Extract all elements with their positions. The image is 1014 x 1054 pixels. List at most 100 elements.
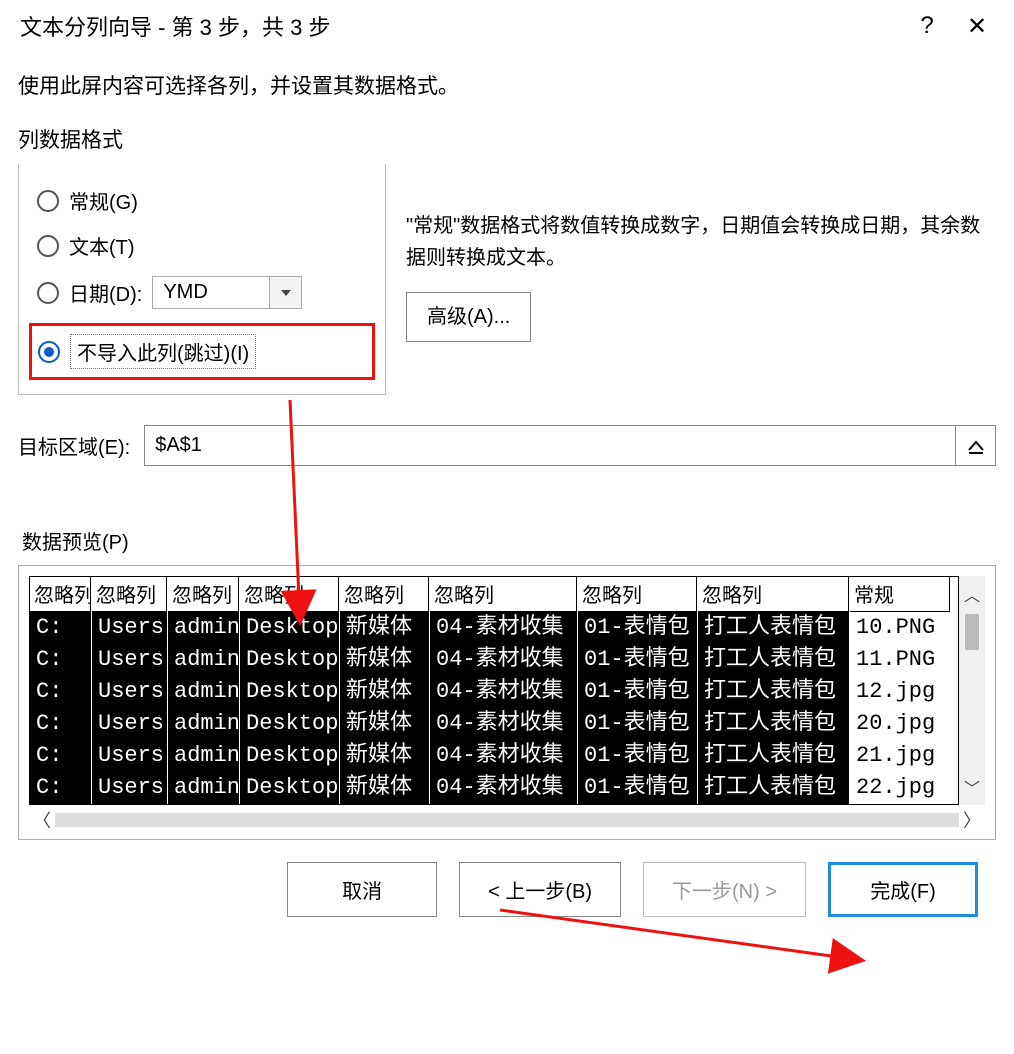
preview-cell: 打工人表情包: [698, 644, 849, 676]
preview-cell: 04-素材收集: [430, 612, 577, 644]
help-button[interactable]: ?: [902, 12, 952, 40]
preview-cell: 新媒体: [340, 612, 429, 644]
preview-cell: 新媒体: [340, 676, 429, 708]
close-button[interactable]: ✕: [952, 12, 1002, 41]
preview-cell: 04-素材收集: [430, 676, 577, 708]
preview-cell: C:: [30, 708, 91, 740]
preview-cell: Users: [92, 676, 167, 708]
radio-skip-label: 不导入此列(跳过)(I): [70, 334, 256, 369]
column-header: 忽略列: [340, 577, 429, 612]
preview-cell: 打工人表情包: [698, 612, 849, 644]
radio-general[interactable]: 常规(G): [33, 178, 371, 223]
radio-icon: [37, 190, 59, 212]
preview-cell: C:: [30, 644, 91, 676]
preview-cell: C:: [30, 612, 91, 644]
date-format-select[interactable]: YMD: [152, 276, 302, 309]
cancel-button[interactable]: 取消: [287, 862, 437, 917]
radio-icon: [37, 235, 59, 257]
preview-column[interactable]: 忽略列01-表情包01-表情包01-表情包01-表情包01-表情包01-表情包: [578, 577, 698, 804]
back-button[interactable]: < 上一步(B): [459, 862, 621, 917]
preview-cell: 01-表情包: [578, 676, 697, 708]
preview-column[interactable]: 忽略列DesktopDesktopDesktopDesktopDesktopDe…: [240, 577, 340, 804]
preview-frame: 忽略列C:C:C:C:C:C:忽略列UsersUsersUsersUsersUs…: [18, 565, 996, 840]
range-picker-icon[interactable]: [955, 426, 995, 465]
scroll-up-icon[interactable]: ︿: [964, 582, 980, 606]
column-header: 忽略列: [168, 577, 239, 612]
preview-cell: 21.jpg: [850, 740, 950, 772]
preview-column[interactable]: 忽略列C:C:C:C:C:C:: [30, 577, 92, 804]
scroll-left-icon[interactable]: 〈: [29, 807, 55, 833]
column-header: 忽略列: [430, 577, 577, 612]
titlebar: 文本分列向导 - 第 3 步，共 3 步 ? ✕: [0, 0, 1014, 52]
preview-cell: Desktop: [240, 676, 339, 708]
preview-cell: 01-表情包: [578, 644, 697, 676]
preview-cell: Users: [92, 708, 167, 740]
preview-vertical-scrollbar[interactable]: ︿ ﹀: [959, 576, 985, 805]
preview-column[interactable]: 忽略列04-素材收集04-素材收集04-素材收集04-素材收集04-素材收集04…: [430, 577, 578, 804]
preview-horizontal-scrollbar[interactable]: 〈 〉: [29, 807, 985, 833]
preview-column[interactable]: 常规10.PNG11.PNG12.jpg20.jpg21.jpg22.jpg: [850, 577, 950, 804]
preview-cell: 打工人表情包: [698, 740, 849, 772]
column-header: 常规: [850, 577, 950, 612]
preview-cell: C:: [30, 676, 91, 708]
date-format-value: YMD: [163, 281, 207, 304]
preview-cell: 打工人表情包: [698, 708, 849, 740]
preview-cell: Users: [92, 772, 167, 804]
destination-label: 目标区域(E):: [18, 431, 130, 460]
preview-cell: 10.PNG: [850, 612, 950, 644]
preview-cell: Users: [92, 644, 167, 676]
preview-cell: 22.jpg: [850, 772, 950, 804]
column-header: 忽略列: [578, 577, 697, 612]
preview-cell: admin: [168, 772, 239, 804]
preview-cell: admin: [168, 708, 239, 740]
preview-cell: 打工人表情包: [698, 772, 849, 804]
column-header: 忽略列: [698, 577, 849, 612]
preview-cell: admin: [168, 644, 239, 676]
format-description: "常规"数据格式将数值转换成数字，日期值会转换成日期，其余数据则转换成文本。: [406, 210, 996, 274]
preview-cell: Desktop: [240, 708, 339, 740]
scroll-thumb[interactable]: [965, 614, 979, 650]
radio-date[interactable]: 日期(D): YMD: [33, 268, 371, 317]
preview-cell: Desktop: [240, 740, 339, 772]
preview-cell: 20.jpg: [850, 708, 950, 740]
preview-cell: Users: [92, 612, 167, 644]
preview-column[interactable]: 忽略列新媒体新媒体新媒体新媒体新媒体新媒体: [340, 577, 430, 804]
chevron-down-icon[interactable]: [269, 277, 301, 308]
finish-button[interactable]: 完成(F): [828, 862, 978, 917]
preview-cell: 04-素材收集: [430, 772, 577, 804]
destination-input[interactable]: $A$1: [144, 425, 996, 466]
preview-cell: C:: [30, 740, 91, 772]
preview-cell: 01-表情包: [578, 740, 697, 772]
next-button: 下一步(N) >: [643, 862, 806, 917]
radio-general-label: 常规(G): [69, 186, 138, 215]
preview-cell: Users: [92, 740, 167, 772]
scroll-track[interactable]: [55, 813, 959, 827]
preview-column[interactable]: 忽略列adminadminadminadminadminadmin: [168, 577, 240, 804]
window-title: 文本分列向导 - 第 3 步，共 3 步: [20, 10, 902, 42]
scroll-down-icon[interactable]: ﹀: [964, 775, 980, 799]
radio-text[interactable]: 文本(T): [33, 223, 371, 268]
scroll-right-icon[interactable]: 〉: [959, 807, 985, 833]
preview-cell: 12.jpg: [850, 676, 950, 708]
preview-cell: 11.PNG: [850, 644, 950, 676]
preview-grid[interactable]: 忽略列C:C:C:C:C:C:忽略列UsersUsersUsersUsersUs…: [29, 576, 959, 805]
preview-cell: 新媒体: [340, 772, 429, 804]
preview-cell: 04-素材收集: [430, 740, 577, 772]
preview-column[interactable]: 忽略列打工人表情包打工人表情包打工人表情包打工人表情包打工人表情包打工人表情包: [698, 577, 850, 804]
advanced-button[interactable]: 高级(A)...: [406, 292, 531, 342]
instruction-text: 使用此屏内容可选择各列，并设置其数据格式。: [18, 70, 996, 100]
radio-text-label: 文本(T): [69, 231, 135, 260]
preview-cell: C:: [30, 772, 91, 804]
column-header: 忽略列: [240, 577, 339, 612]
radio-icon: [37, 282, 59, 304]
preview-cell: 打工人表情包: [698, 676, 849, 708]
preview-cell: 新媒体: [340, 740, 429, 772]
preview-cell: admin: [168, 676, 239, 708]
preview-cell: admin: [168, 740, 239, 772]
preview-column[interactable]: 忽略列UsersUsersUsersUsersUsersUsers: [92, 577, 168, 804]
radio-skip[interactable]: 不导入此列(跳过)(I): [29, 323, 375, 380]
preview-cell: 04-素材收集: [430, 708, 577, 740]
radio-icon: [38, 341, 60, 363]
preview-cell: Desktop: [240, 772, 339, 804]
preview-cell: 01-表情包: [578, 708, 697, 740]
